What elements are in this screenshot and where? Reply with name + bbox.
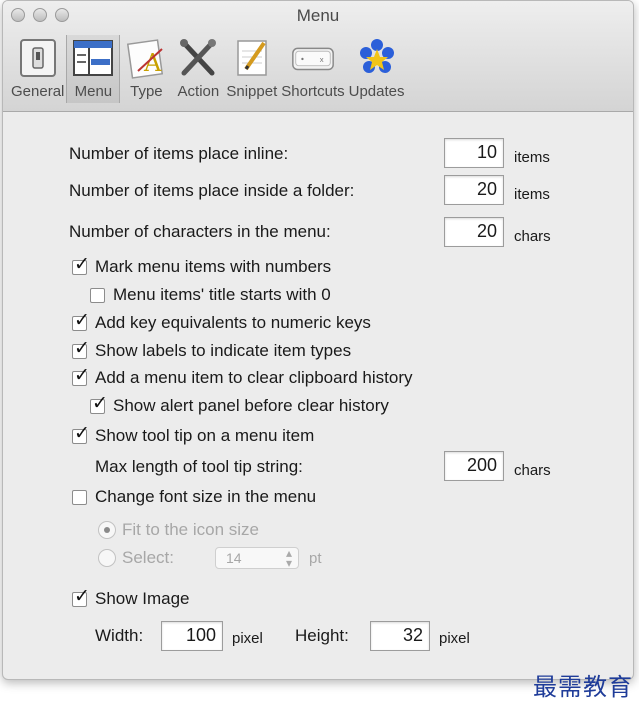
image-height-field[interactable]: 32 <box>370 621 430 651</box>
stepper-arrows-icon[interactable]: ▴ ▾ <box>286 547 292 569</box>
tooltip-label[interactable]: Show tool tip on a menu item <box>95 426 314 446</box>
change-font-label[interactable]: Change font size in the menu <box>95 487 316 507</box>
checkmark-icon: ✓ <box>74 365 90 386</box>
tab-general-label: General <box>11 83 65 100</box>
light-switch-icon <box>14 35 62 81</box>
tab-menu-label: Menu <box>74 83 113 100</box>
keyboard-key-icon: x <box>289 35 337 81</box>
font-size-unit: pt <box>309 550 322 567</box>
key-equivalents-label[interactable]: Add key equivalents to numeric keys <box>95 313 371 333</box>
image-height-unit: pixel <box>439 630 470 647</box>
clear-history-label[interactable]: Add a menu item to clear clipboard histo… <box>95 368 413 388</box>
show-labels-label[interactable]: Show labels to indicate item types <box>95 341 351 361</box>
menu-list-icon <box>69 35 117 81</box>
select-size-label[interactable]: Select: <box>122 548 174 568</box>
tab-updates-label: Updates <box>348 83 405 100</box>
menu-chars-field[interactable]: 20 <box>444 217 504 247</box>
tab-snippet[interactable]: Snippet <box>224 35 279 103</box>
image-height-label: Height: <box>295 626 349 645</box>
tab-general[interactable]: General <box>9 35 66 103</box>
tab-updates[interactable]: Updates <box>347 35 407 103</box>
checkmark-icon: ✓ <box>74 310 90 331</box>
inline-items-field[interactable]: 10 <box>444 138 504 168</box>
tab-menu[interactable]: Menu <box>66 35 121 103</box>
type-font-icon: A <box>122 35 170 81</box>
image-width-unit: pixel <box>232 630 263 647</box>
inline-items-label: Number of items place inline: <box>69 144 289 163</box>
show-labels-checkbox[interactable]: ✓ <box>72 339 90 359</box>
checkmark-icon: ✓ <box>74 586 90 607</box>
key-equivalents-checkbox[interactable]: ✓ <box>72 311 90 331</box>
mark-numbers-checkbox[interactable]: ✓ <box>72 255 90 275</box>
tab-snippet-label: Snippet <box>226 83 278 100</box>
change-font-checkbox[interactable] <box>72 490 87 505</box>
alert-panel-checkbox[interactable]: ✓ <box>90 394 108 414</box>
window-title: Menu <box>296 6 340 25</box>
alert-panel-label[interactable]: Show alert panel before clear history <box>113 396 389 416</box>
font-size-stepper[interactable]: 14 ▴ ▾ <box>215 547 299 569</box>
checkmark-icon: ✓ <box>74 254 90 275</box>
watermark-text: 最需教育 <box>533 673 633 701</box>
title-zero-checkbox[interactable] <box>90 288 105 303</box>
show-image-label[interactable]: Show Image <box>95 589 190 609</box>
preferences-window: Menu General Menu A Type Action Snippet … <box>2 0 634 680</box>
folder-items-unit: items <box>514 186 550 203</box>
font-size-value: 14 <box>226 550 242 566</box>
notepad-pencil-icon <box>228 35 276 81</box>
tab-type-label: Type <box>130 83 163 100</box>
tab-shortcuts[interactable]: x Shortcuts <box>279 35 346 103</box>
updates-globe-icon <box>353 35 401 81</box>
image-width-label: Width: <box>95 626 144 645</box>
title-zero-label[interactable]: Menu items' title starts with 0 <box>113 285 331 305</box>
menu-chars-label: Number of characters in the menu: <box>69 222 331 241</box>
tab-action-label: Action <box>177 83 220 100</box>
tooltip-max-unit: chars <box>514 462 551 479</box>
checkmark-icon: ✓ <box>74 423 90 444</box>
tab-shortcuts-label: Shortcuts <box>281 83 345 100</box>
folder-items-field[interactable]: 20 <box>444 175 504 205</box>
checkmark-icon: ✓ <box>74 338 90 359</box>
tools-cross-icon <box>174 35 222 81</box>
image-width-field[interactable]: 100 <box>161 621 223 651</box>
checkmark-icon: ✓ <box>92 393 108 414</box>
menu-chars-unit: chars <box>514 228 551 245</box>
tooltip-max-label: Max length of tool tip string: <box>95 457 303 476</box>
preferences-toolbar: General Menu A Type Action Snippet x Sho… <box>9 35 407 103</box>
fit-icon-radio[interactable] <box>98 521 116 539</box>
select-size-radio[interactable] <box>98 549 116 567</box>
fit-icon-label[interactable]: Fit to the icon size <box>122 520 259 540</box>
tooltip-max-field[interactable]: 200 <box>444 451 504 481</box>
svg-text:x: x <box>320 55 324 64</box>
folder-items-label: Number of items place inside a folder: <box>69 181 355 200</box>
title-bar: Menu General Menu A Type Action Snippet … <box>3 1 633 112</box>
clear-history-checkbox[interactable]: ✓ <box>72 366 90 386</box>
tab-type[interactable]: A Type <box>120 35 172 103</box>
tab-action[interactable]: Action <box>172 35 224 103</box>
show-image-checkbox[interactable]: ✓ <box>72 587 90 607</box>
mark-numbers-label[interactable]: Mark menu items with numbers <box>95 257 331 277</box>
inline-items-unit: items <box>514 149 550 166</box>
tooltip-checkbox[interactable]: ✓ <box>72 424 90 444</box>
